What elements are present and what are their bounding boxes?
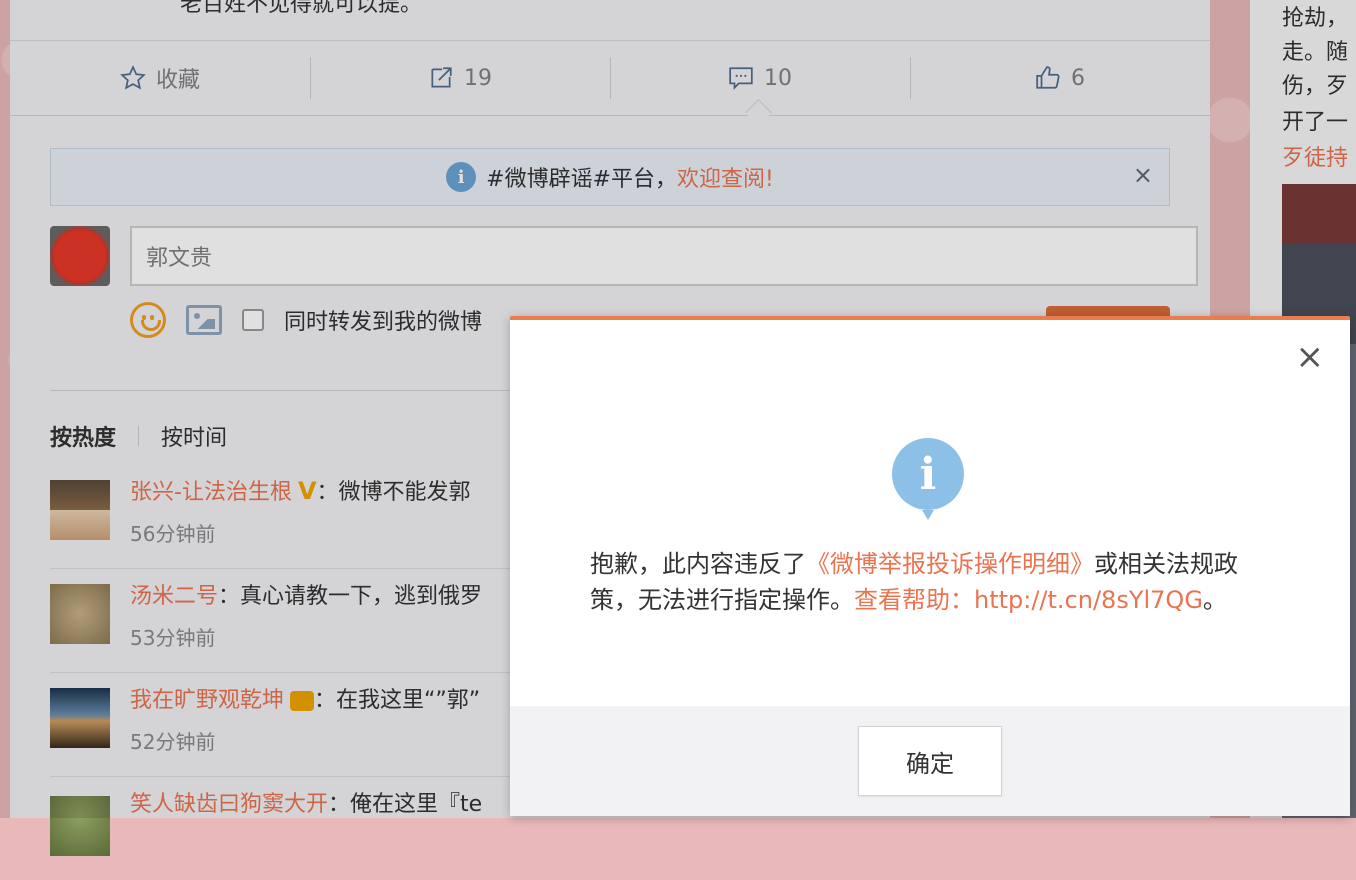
dialog-close-icon[interactable]: × bbox=[1296, 340, 1325, 374]
help-link[interactable]: 查看帮助：http://t.cn/8sYl7QG bbox=[854, 586, 1203, 614]
message-text: 抱歉，此内容违反了 bbox=[590, 550, 806, 578]
error-dialog: × i 抱歉，此内容违反了《微博举报投诉操作明细》或相关法规政策，无法进行指定操… bbox=[510, 316, 1350, 816]
dialog-message: 抱歉，此内容违反了《微博举报投诉操作明细》或相关法规政策，无法进行指定操作。查看… bbox=[590, 546, 1280, 618]
info-icon: i bbox=[892, 438, 964, 520]
message-text: 。 bbox=[1202, 586, 1227, 614]
dialog-footer: 确定 bbox=[510, 706, 1350, 816]
rules-link[interactable]: 《微博举报投诉操作明细》 bbox=[806, 550, 1094, 578]
confirm-button[interactable]: 确定 bbox=[858, 726, 1002, 796]
